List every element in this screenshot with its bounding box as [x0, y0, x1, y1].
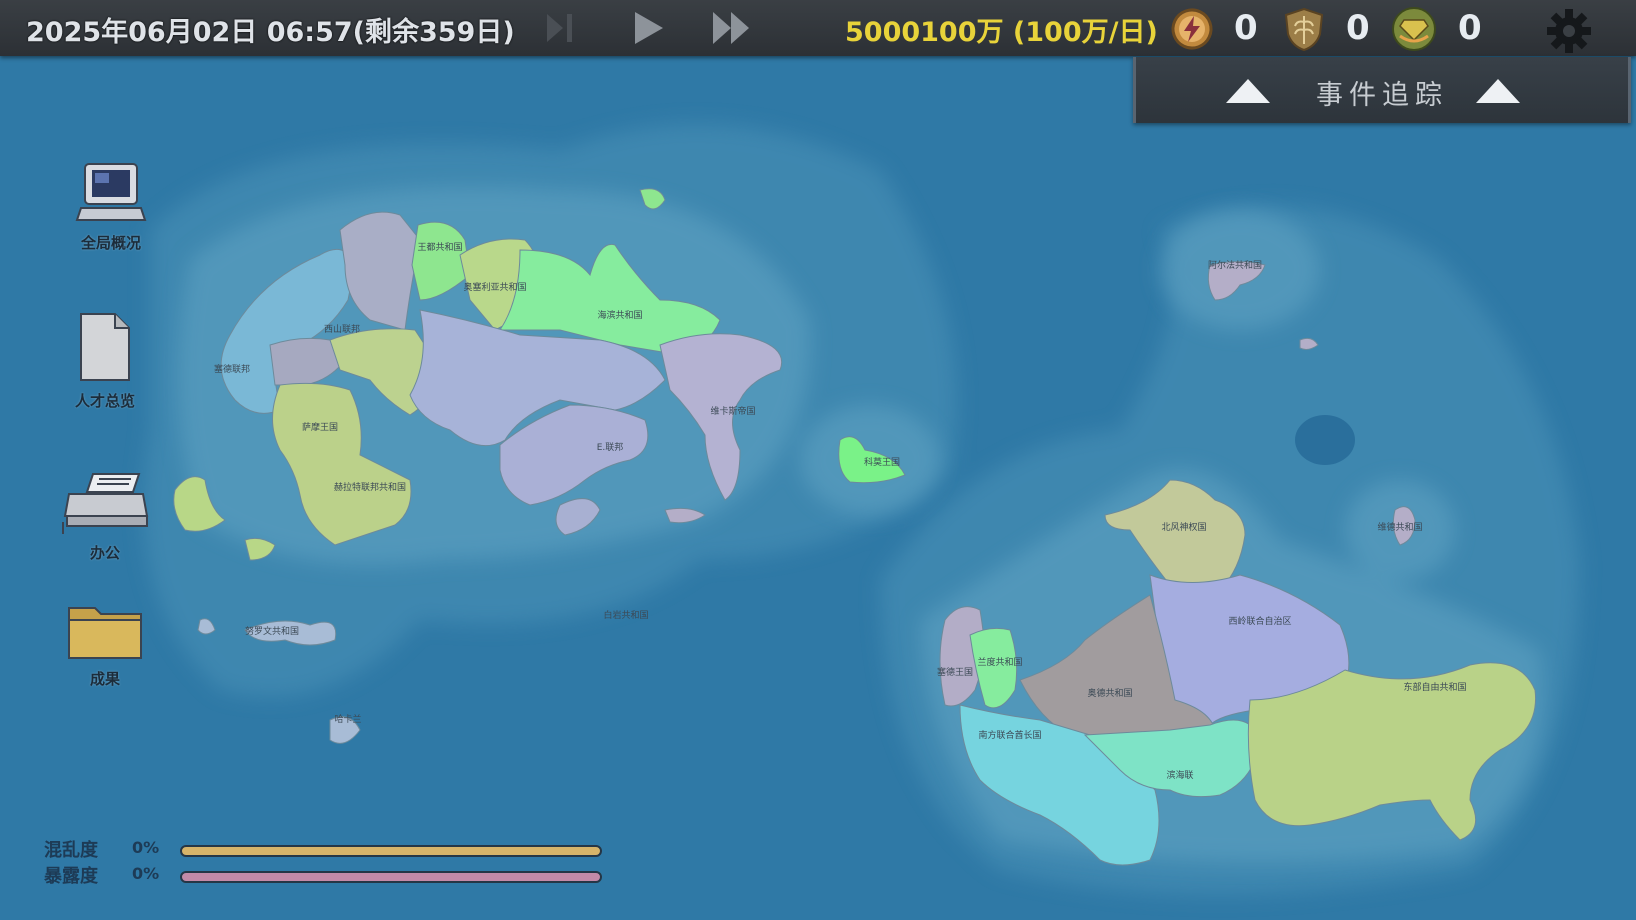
hands-gem-icon[interactable]	[1390, 6, 1438, 52]
top-bar: 2025年06月02日 06:57(剩余359日) 5000100万 (100万…	[0, 0, 1636, 56]
fast-forward-icon	[713, 12, 749, 44]
desktop-label-overview: 全局概况	[80, 234, 141, 252]
gear-icon	[1547, 9, 1591, 53]
desktop-label-talent: 人才总览	[74, 392, 135, 410]
label-baiyan: 白岩共和国	[603, 609, 648, 621]
desktop-label-results: 成果	[89, 670, 120, 688]
label-binhai: 滨海联	[1166, 769, 1193, 781]
desktop-icon-talent[interactable]: 人才总览	[50, 310, 160, 411]
desktop-icon-overview[interactable]: 全局概况	[56, 160, 166, 253]
pause-button[interactable]	[540, 8, 582, 48]
label-weikasi: 维卡斯帝国	[710, 405, 755, 417]
desktop-icon-office[interactable]: 办公	[50, 470, 160, 563]
deep-water	[1295, 415, 1355, 465]
desktop-icon-results[interactable]: 成果	[50, 600, 160, 689]
label-haibin: 海滨共和国	[597, 309, 642, 321]
world-map[interactable]: 王都共和国 奥塞利亚共和国 西山联邦 塞德联邦 海滨共和国 萨摩王国 赫拉特联邦…	[0, 0, 1636, 920]
label-saide: 塞德联邦	[214, 363, 250, 375]
wheat-shield-count: 0	[1346, 8, 1370, 48]
label-xishan: 西山联邦	[324, 323, 360, 335]
label-kemo: 科莫王国	[864, 456, 900, 468]
label-osaliya: 奥塞利亚共和国	[463, 281, 526, 293]
label-beifeng: 北风神权国	[1161, 521, 1206, 533]
printer-icon	[62, 473, 149, 534]
exposure-bar	[180, 871, 602, 883]
exposure-label: 暴露度	[44, 866, 98, 887]
label-alpha: 阿尔法共和国	[1208, 259, 1262, 271]
label-elianbang: E.联邦	[597, 441, 624, 453]
event-tracker-panel[interactable]: 事件追踪	[1133, 57, 1631, 123]
label-landu: 兰度共和国	[977, 656, 1022, 668]
label-hakalan: 哈卡兰	[334, 713, 361, 725]
label-xiling: 西岭联合自治区	[1228, 615, 1291, 627]
expand-up-icon-right[interactable]	[1476, 79, 1520, 103]
play-button[interactable]	[628, 8, 670, 48]
folder-icon	[68, 607, 142, 659]
lightning-token-count: 0	[1234, 8, 1258, 48]
label-aode: 奥德共和国	[1087, 687, 1132, 699]
chaos-label: 混乱度	[44, 840, 98, 861]
label-wangdu: 王都共和国	[417, 242, 462, 253]
wheat-shield-icon[interactable]	[1280, 6, 1328, 52]
settings-button[interactable]	[1544, 6, 1594, 56]
chaos-percent: 0%	[132, 838, 160, 857]
label-dongbu: 东部自由共和国	[1403, 681, 1466, 693]
label-saide-king: 塞德王国	[937, 666, 973, 678]
lightning-token-icon[interactable]	[1168, 6, 1216, 52]
label-samo: 萨摩王国	[302, 421, 338, 433]
label-helate: 赫拉特联邦共和国	[334, 481, 406, 493]
game-datetime: 2025年06月02日 06:57(剩余359日)	[26, 17, 515, 48]
hands-gem-count: 0	[1458, 8, 1482, 48]
fast-forward-button[interactable]	[710, 8, 752, 48]
event-tracker-title: 事件追踪	[1316, 80, 1448, 111]
exposure-percent: 0%	[132, 864, 160, 883]
label-weide: 维德共和国	[1377, 521, 1422, 533]
label-nanfang: 南方联合酋长国	[978, 729, 1041, 741]
label-nuluowen: 努罗文共和国	[245, 625, 299, 637]
chaos-bar	[180, 845, 602, 857]
play-icon	[635, 12, 663, 44]
computer-icon	[75, 163, 147, 221]
pause-icon	[547, 14, 572, 42]
money-display: 5000100万 (100万/日)	[845, 17, 1158, 48]
document-icon	[80, 313, 130, 381]
desktop-label-office: 办公	[89, 544, 120, 562]
